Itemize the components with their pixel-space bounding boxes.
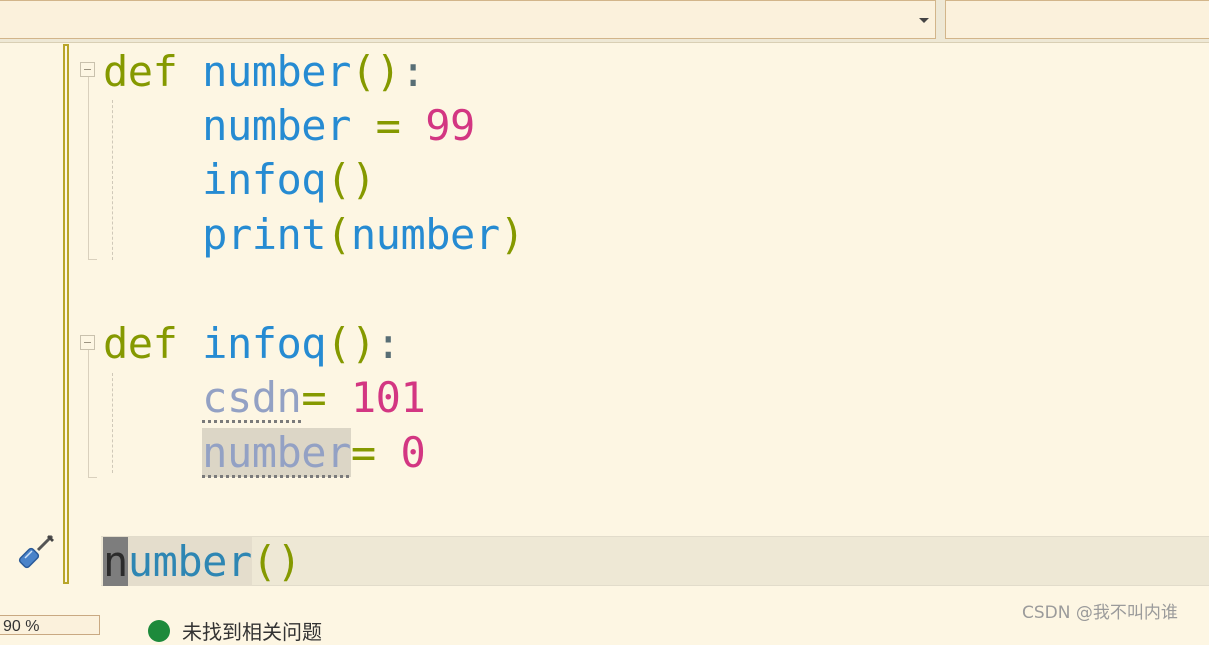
code-line-4[interactable]: print(number) bbox=[103, 208, 525, 262]
parentheses: () bbox=[251, 537, 302, 586]
collapse-toggle-icon[interactable] bbox=[80, 62, 95, 77]
code-line-1[interactable]: def number(): bbox=[103, 45, 426, 99]
function-call: umber bbox=[127, 537, 252, 586]
fold-end bbox=[88, 259, 97, 260]
function-name: number bbox=[202, 47, 351, 96]
function-name: infoq bbox=[202, 319, 327, 368]
colon: : bbox=[375, 319, 401, 368]
code-line-3[interactable]: infoq() bbox=[103, 153, 376, 207]
fold-end bbox=[88, 477, 97, 478]
parentheses: () bbox=[350, 47, 401, 96]
code-line-6[interactable]: def infoq(): bbox=[103, 317, 401, 371]
operator: = bbox=[350, 101, 426, 150]
unused-variable-highlighted: number bbox=[202, 428, 351, 477]
text-caret: n bbox=[103, 537, 128, 586]
code-line-8[interactable]: number= 0 bbox=[103, 426, 426, 480]
open-paren: ( bbox=[326, 210, 351, 259]
operator: = bbox=[301, 373, 351, 422]
type-members-dropdown[interactable] bbox=[0, 0, 936, 39]
collapse-toggle-icon[interactable] bbox=[80, 335, 95, 350]
number-literal: 99 bbox=[425, 101, 475, 150]
number-literal: 0 bbox=[400, 428, 426, 477]
argument: number bbox=[350, 210, 500, 259]
close-paren: ) bbox=[499, 210, 525, 259]
members-dropdown[interactable] bbox=[945, 0, 1209, 39]
code-line-10[interactable]: number() bbox=[103, 535, 302, 589]
zoom-level-dropdown[interactable]: 90 % bbox=[0, 615, 100, 635]
unused-variable: csdn bbox=[202, 373, 302, 422]
issues-status-text[interactable]: 未找到相关问题 bbox=[182, 616, 322, 645]
chevron-down-icon[interactable] bbox=[919, 18, 929, 23]
parentheses: () bbox=[326, 319, 376, 368]
navigation-bar bbox=[0, 0, 1209, 43]
keyword: def bbox=[103, 47, 178, 96]
variable: number bbox=[202, 101, 351, 150]
operator: = bbox=[350, 428, 401, 477]
function-call: infoq bbox=[202, 155, 327, 204]
number-literal: 101 bbox=[350, 373, 426, 422]
quick-action-screwdriver-icon[interactable] bbox=[18, 532, 56, 570]
code-line-7[interactable]: csdn= 101 bbox=[103, 371, 426, 425]
code-line-2[interactable]: number = 99 bbox=[103, 99, 475, 153]
watermark: CSDN @我不叫内谁 bbox=[1022, 603, 1178, 623]
builtin-call: print bbox=[202, 210, 327, 259]
change-tracking-bar bbox=[63, 44, 69, 584]
parentheses: () bbox=[326, 155, 376, 204]
keyword: def bbox=[103, 319, 178, 368]
fold-line bbox=[88, 350, 89, 477]
fold-line bbox=[88, 77, 89, 259]
colon: : bbox=[400, 47, 426, 96]
check-circle-icon bbox=[148, 620, 170, 642]
